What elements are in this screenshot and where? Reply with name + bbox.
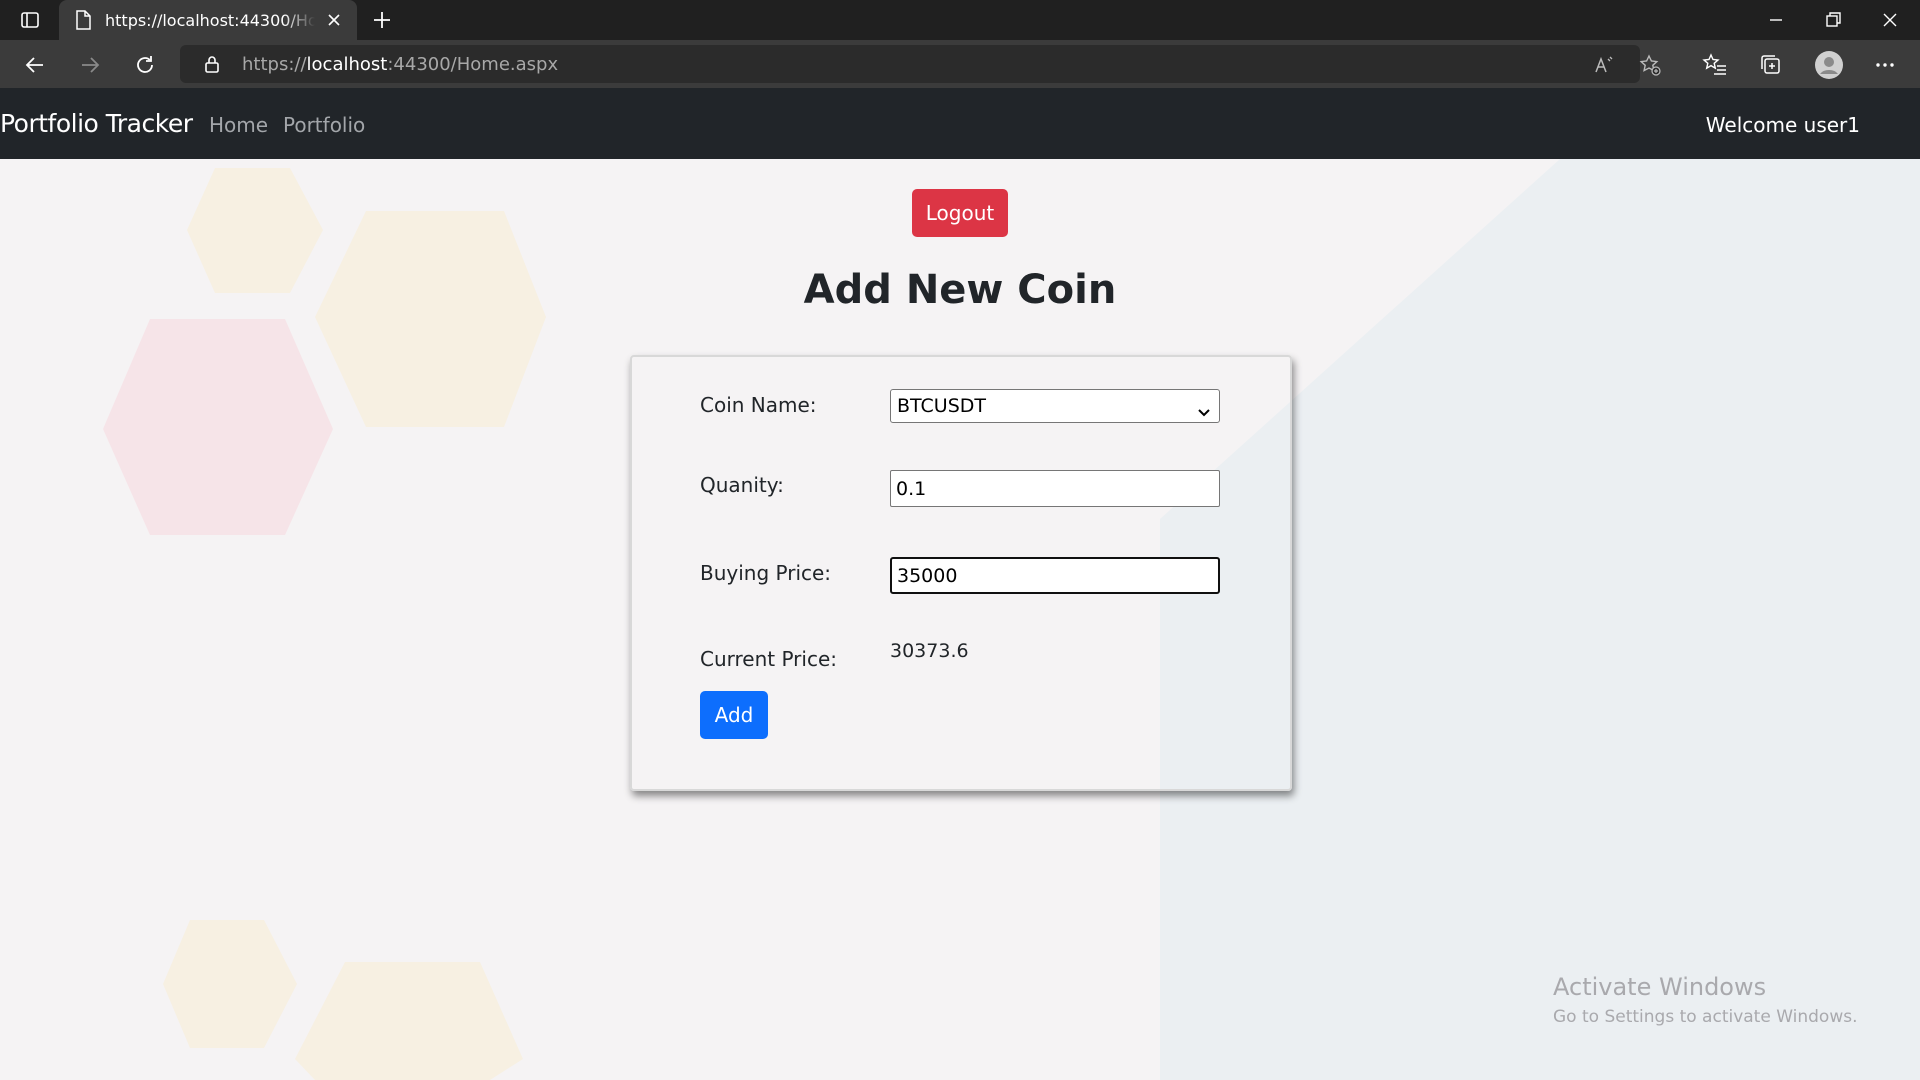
- page-icon: [73, 9, 93, 31]
- brand-link[interactable]: Portfolio Tracker: [0, 109, 193, 138]
- hexagon-shape: [163, 920, 297, 1048]
- profile-avatar-icon[interactable]: [1814, 50, 1844, 80]
- tab-title: https://localhost:44300/Home.aspx: [105, 11, 315, 30]
- read-aloud-icon[interactable]: [1593, 54, 1615, 76]
- back-icon[interactable]: [22, 52, 48, 78]
- quantity-label: Quanity:: [700, 473, 784, 497]
- nav-link-home[interactable]: Home: [209, 113, 268, 137]
- new-tab-icon[interactable]: [370, 8, 394, 32]
- address-bar[interactable]: https://localhost:44300/Home.aspx: [180, 45, 1661, 83]
- add-button[interactable]: Add: [700, 691, 768, 739]
- minimize-icon[interactable]: [1764, 8, 1788, 32]
- url-text[interactable]: https://localhost:44300/Home.aspx: [242, 54, 558, 75]
- restore-icon[interactable]: [1821, 8, 1845, 32]
- coin-name-selected: BTCUSDT: [897, 395, 986, 417]
- app-navbar: Portfolio Tracker Home Portfolio Welcome…: [0, 88, 1920, 159]
- lock-icon[interactable]: [202, 54, 222, 74]
- coin-name-select[interactable]: BTCUSDT: [890, 389, 1220, 423]
- buying-price-input[interactable]: [890, 557, 1220, 594]
- watermark-subtitle: Go to Settings to activate Windows.: [1553, 1007, 1858, 1027]
- browser-toolbar: https://localhost:44300/Home.aspx: [0, 40, 1920, 88]
- page-title: Add New Coin: [803, 267, 1117, 313]
- tab-actions-icon[interactable]: [18, 8, 42, 32]
- add-favorite-icon[interactable]: [1639, 54, 1661, 76]
- watermark-title: Activate Windows: [1553, 973, 1767, 1001]
- welcome-text: Welcome user1: [1705, 113, 1860, 137]
- hexagon-shape: [295, 962, 523, 1080]
- more-options-icon[interactable]: [1872, 52, 1898, 78]
- activate-windows-watermark: Activate Windows Go to Settings to activ…: [1553, 973, 1858, 1027]
- forward-icon[interactable]: [77, 52, 103, 78]
- add-coin-form: Coin Name: BTCUSDT Quanity: Buying Price…: [630, 355, 1292, 791]
- current-price-label: Current Price:: [700, 647, 838, 671]
- coin-name-label: Coin Name:: [700, 393, 817, 417]
- current-price-value: 30373.6: [890, 640, 969, 662]
- hexagon-shape: [103, 319, 333, 535]
- favorites-icon[interactable]: [1702, 52, 1728, 78]
- close-window-icon[interactable]: [1878, 8, 1902, 32]
- quantity-input[interactable]: [890, 470, 1220, 507]
- logout-button[interactable]: Logout: [912, 189, 1008, 237]
- nav-link-portfolio[interactable]: Portfolio: [283, 113, 365, 137]
- browser-tab[interactable]: https://localhost:44300/Home.aspx: [59, 0, 357, 40]
- hexagon-shape: [315, 211, 546, 427]
- refresh-icon[interactable]: [132, 52, 158, 78]
- collections-icon[interactable]: [1758, 52, 1784, 78]
- browser-tab-bar: https://localhost:44300/Home.aspx: [0, 0, 1920, 40]
- chevron-down-icon: [1197, 401, 1211, 417]
- buying-price-label: Buying Price:: [700, 561, 832, 585]
- page-content: Logout Add New Coin Coin Name: BTCUSDT Q…: [0, 159, 1920, 1080]
- close-tab-icon[interactable]: [325, 11, 343, 29]
